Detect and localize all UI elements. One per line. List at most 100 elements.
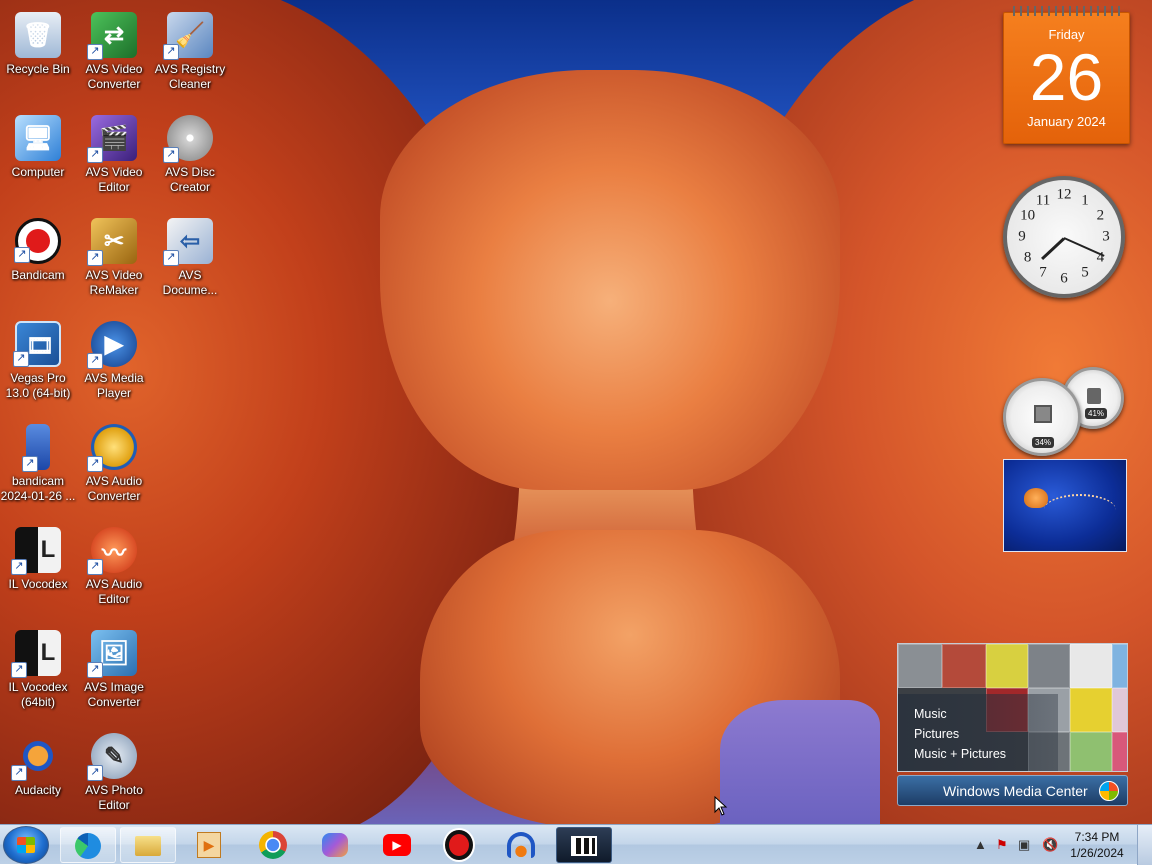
- copilot-icon: [321, 831, 349, 859]
- desktop-icon-avs-document-converter[interactable]: ⇦ ↗ AVS Docume...: [152, 212, 228, 312]
- desktop-icon-avs-media-player[interactable]: ▶ ↗ AVS Media Player: [76, 315, 152, 415]
- icon-label: AVS Registry Cleaner: [154, 62, 226, 91]
- folder-icon: [134, 832, 162, 860]
- avs-photo-editor-icon: ✎ ↗: [87, 733, 137, 781]
- tray-time: 7:34 PM: [1074, 830, 1120, 844]
- desktop-icon-bandicam[interactable]: ↗ Bandicam: [0, 212, 76, 312]
- desktop-icon-avs-registry-cleaner[interactable]: 🧹 ↗ AVS Registry Cleaner: [152, 6, 228, 106]
- taskbar-edge-button[interactable]: [60, 827, 116, 863]
- desktop-icon-avs-audio-editor[interactable]: 〰 ↗ AVS Audio Editor: [76, 521, 152, 621]
- computer-icon: 🖥: [15, 115, 61, 161]
- desktop-icon-computer[interactable]: 🖥 Computer: [0, 109, 76, 209]
- icon-label: Bandicam: [11, 268, 65, 282]
- film-icon: [570, 832, 598, 860]
- desktop-icon-vegas-pro[interactable]: 🎞 ↗ Vegas Pro 13.0 (64-bit): [0, 315, 76, 415]
- desktop-icon-avs-video-editor[interactable]: 🎬 ↗ AVS Video Editor: [76, 109, 152, 209]
- network-icon[interactable]: ▣: [1018, 837, 1030, 853]
- icon-label: IL Vocodex: [8, 577, 68, 591]
- show-desktop-button[interactable]: [1137, 825, 1152, 865]
- desktop-icon-bandicam-file[interactable]: ↗ bandicam 2024-01-26 ...: [0, 418, 76, 518]
- clock-gadget[interactable]: 12 1 2 3 4 5 6 7 8 9 10 11: [1003, 176, 1125, 298]
- avs-document-converter-icon: ⇦ ↗: [163, 218, 213, 266]
- media-center-launch-button[interactable]: Windows Media Center: [897, 775, 1128, 806]
- avs-video-converter-icon: ⇄ ↗: [87, 12, 137, 60]
- avs-audio-editor-icon: 〰 ↗: [87, 527, 137, 575]
- clock-number: 2: [1096, 207, 1105, 224]
- clock-number: 1: [1081, 192, 1089, 209]
- desktop-icon-avs-photo-editor[interactable]: ✎ ↗ AVS Photo Editor: [76, 727, 152, 827]
- icon-label: AVS Docume...: [162, 268, 218, 297]
- icon-label: AVS Media Player: [84, 371, 144, 400]
- icon-label: AVS Audio Editor: [85, 577, 143, 606]
- icon-label: AVS Photo Editor: [85, 783, 143, 812]
- clock-number: 8: [1023, 249, 1032, 266]
- il-vocodex-64-icon: L ↗: [11, 630, 61, 678]
- taskbar-audacity-button[interactable]: [494, 827, 550, 863]
- avs-audio-converter-icon: ↗: [87, 424, 137, 472]
- audacity-icon: ↗: [11, 733, 61, 781]
- desktop-icon-avs-disc-creator[interactable]: ↗ AVS Disc Creator: [152, 109, 228, 209]
- avs-video-remaker-icon: ✂ ↗: [87, 218, 137, 266]
- desktop-icon-recycle-bin[interactable]: 🗑 Recycle Bin: [0, 6, 76, 106]
- avs-disc-creator-icon: ↗: [163, 115, 213, 163]
- audacity-headphones-icon: [507, 831, 535, 859]
- desktop-icon-avs-audio-converter[interactable]: ↗ AVS Audio Converter: [76, 418, 152, 518]
- calendar-month-year: January 2024: [1027, 114, 1106, 129]
- media-center-music[interactable]: Music: [914, 707, 947, 721]
- cpu-meter-gadget[interactable]: 34%: [1003, 378, 1081, 456]
- start-button[interactable]: [3, 826, 49, 864]
- slideshow-gadget[interactable]: [1003, 459, 1127, 552]
- icon-label: AVS Video Converter: [85, 62, 143, 91]
- icon-label: AVS Video Editor: [85, 165, 143, 194]
- clock-number: 6: [1060, 270, 1068, 287]
- icon-label: Recycle Bin: [6, 62, 70, 76]
- tray-date: 1/26/2024: [1070, 846, 1124, 860]
- desktop-icon-avs-video-remaker[interactable]: ✂ ↗ AVS Video ReMaker: [76, 212, 152, 312]
- media-center-pictures[interactable]: Pictures: [914, 727, 959, 741]
- taskbar-chrome-button[interactable]: [246, 827, 302, 863]
- avs-image-converter-icon: 🖼 ↗: [87, 630, 137, 678]
- desktop-icon-il-vocodex[interactable]: L ↗ IL Vocodex: [0, 521, 76, 621]
- media-player-icon: ▶: [195, 831, 223, 859]
- recycle-bin-icon: 🗑: [15, 12, 61, 58]
- chrome-icon: [259, 831, 287, 859]
- taskbar: ▶ ▶ ▲ ⚑ ▣ 🔇 7:34 PM 1/26/2024: [0, 824, 1152, 865]
- clock-area[interactable]: 7:34 PM 1/26/2024: [1064, 829, 1130, 861]
- taskbar-youtube-button[interactable]: ▶: [370, 827, 426, 863]
- taskbar-explorer-button[interactable]: [120, 827, 176, 863]
- edge-icon: [74, 832, 102, 860]
- show-hidden-icons-icon[interactable]: ▲: [974, 837, 987, 852]
- icon-label: Computer: [11, 165, 65, 179]
- system-tray: ▲ ⚑ ▣ 🔇 7:34 PM 1/26/2024: [968, 825, 1152, 865]
- video-file-icon: ↗: [22, 424, 50, 472]
- taskbar-copilot-button[interactable]: [308, 827, 364, 863]
- calendar-rings: [1008, 6, 1124, 16]
- taskbar-vegas-button[interactable]: [556, 827, 612, 863]
- action-center-flag-icon[interactable]: ⚑: [996, 837, 1008, 853]
- windows-logo-icon: [17, 837, 35, 853]
- desktop-icon-avs-video-converter[interactable]: ⇄ ↗ AVS Video Converter: [76, 6, 152, 106]
- clock-hour-hand: [1041, 237, 1066, 261]
- desktop-icon-avs-image-converter[interactable]: 🖼 ↗ AVS Image Converter: [76, 624, 152, 724]
- calendar-gadget[interactable]: Friday 26 January 2024: [1003, 6, 1130, 144]
- icon-label: Vegas Pro 13.0 (64-bit): [5, 371, 71, 400]
- memory-value: 41%: [1085, 408, 1108, 419]
- clock-number: 9: [1018, 228, 1026, 245]
- youtube-icon: ▶: [383, 831, 411, 859]
- taskbar-bandicam-button[interactable]: [432, 827, 488, 863]
- media-center-title: Windows Media Center: [943, 783, 1088, 799]
- clock-minute-hand: [1063, 237, 1105, 257]
- icon-label: IL Vocodex (64bit): [8, 680, 68, 709]
- desktop-icon-audacity[interactable]: ↗ Audacity: [0, 727, 76, 827]
- clock-number: 3: [1102, 228, 1110, 245]
- media-center-logo-icon: [1099, 781, 1119, 801]
- media-center-panel[interactable]: Music Pictures Music + Pictures: [897, 643, 1128, 772]
- taskbar-media-player-button[interactable]: ▶: [182, 827, 238, 863]
- volume-muted-icon[interactable]: 🔇: [1042, 837, 1058, 853]
- desktop-icon-il-vocodex-64[interactable]: L ↗ IL Vocodex (64bit): [0, 624, 76, 724]
- media-center-music-pictures[interactable]: Music + Pictures: [914, 747, 1006, 761]
- record-icon: [445, 830, 473, 860]
- icon-label: bandicam 2024-01-26 ...: [0, 474, 76, 503]
- avs-media-player-icon: ▶ ↗: [87, 321, 137, 369]
- bandicam-icon: ↗: [14, 218, 61, 264]
